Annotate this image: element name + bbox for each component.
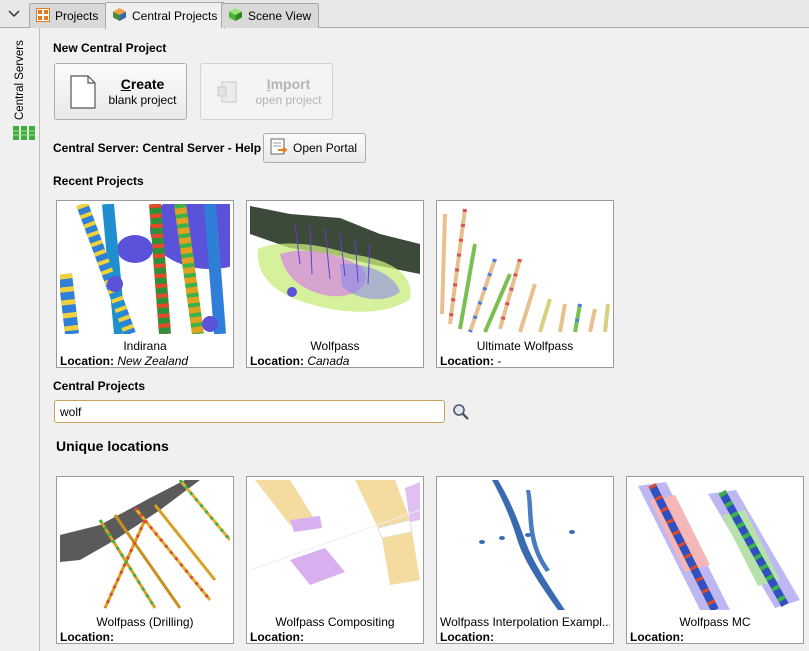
open-portal-button[interactable]: Open Portal bbox=[263, 133, 366, 163]
project-thumbnail bbox=[60, 480, 230, 610]
location-label: Location: bbox=[630, 630, 684, 644]
project-name: Wolfpass MC bbox=[679, 615, 751, 629]
project-name: Wolfpass Compositing bbox=[275, 615, 395, 629]
tab-projects[interactable]: Projects bbox=[29, 3, 107, 28]
central-server-label: Central Server: Central Server - Help bbox=[53, 141, 262, 155]
recent-project-card[interactable]: Ultimate Wolfpass Location: - bbox=[436, 200, 614, 368]
project-name: Wolfpass (Drilling) bbox=[96, 615, 194, 629]
location-label: Location: bbox=[250, 630, 304, 644]
tab-central-projects[interactable]: Central Projects bbox=[105, 2, 226, 29]
central-cube-icon bbox=[112, 7, 127, 25]
import-sub-label: open project bbox=[255, 92, 322, 107]
project-location: Location: bbox=[440, 630, 494, 644]
central-project-card[interactable]: Wolfpass Compositing Location: bbox=[246, 476, 424, 644]
main-panel: New Central Project Create blank project bbox=[41, 28, 809, 651]
location-label: Location: bbox=[60, 354, 114, 368]
project-location: Location: New Zealand bbox=[60, 354, 188, 368]
location-value: New Zealand bbox=[117, 354, 189, 368]
blank-document-icon bbox=[67, 74, 99, 109]
project-thumbnail bbox=[250, 204, 420, 334]
tab-scene-view[interactable]: Scene View bbox=[221, 3, 320, 28]
central-project-card[interactable]: Wolfpass (Drilling) Location: bbox=[56, 476, 234, 644]
recent-project-card[interactable]: Indirana Location: New Zealand bbox=[56, 200, 234, 368]
project-location: Location: bbox=[630, 630, 684, 644]
project-location: Location: - bbox=[440, 354, 501, 368]
tab-label: Central Projects bbox=[132, 9, 218, 23]
sidebar-central-servers-label[interactable]: Central Servers bbox=[14, 40, 26, 120]
project-thumbnail bbox=[60, 204, 230, 334]
search-icon[interactable] bbox=[452, 403, 470, 424]
project-name: Ultimate Wolfpass bbox=[476, 339, 574, 353]
project-name: Wolfpass Interpolation Exampl... bbox=[440, 615, 610, 629]
project-location: Location: Canada bbox=[250, 354, 349, 368]
search-input[interactable] bbox=[54, 400, 445, 423]
recent-project-card[interactable]: Wolfpass Location: Canada bbox=[246, 200, 424, 368]
chevron-down-icon[interactable] bbox=[4, 4, 24, 24]
location-label: Location: bbox=[250, 354, 304, 368]
location-label: Location: bbox=[440, 354, 494, 368]
central-project-card[interactable]: Wolfpass Interpolation Exampl... Locatio… bbox=[436, 476, 614, 644]
create-sub-label: blank project bbox=[108, 92, 177, 107]
project-thumbnail bbox=[250, 480, 420, 610]
tab-label: Projects bbox=[55, 9, 99, 23]
import-label: Import bbox=[266, 75, 311, 92]
create-blank-project-button[interactable]: Create blank project bbox=[54, 63, 187, 120]
central-project-card[interactable]: Wolfpass MC Location: bbox=[626, 476, 804, 644]
tab-label: Scene View bbox=[248, 9, 312, 23]
open-portal-label: Open Portal bbox=[293, 141, 358, 155]
server-stack-icon[interactable] bbox=[13, 126, 35, 143]
location-label: Location: bbox=[440, 630, 494, 644]
project-name: Indirana bbox=[123, 339, 167, 353]
central-projects-heading: Central Projects bbox=[53, 379, 146, 393]
project-thumbnail bbox=[630, 480, 800, 610]
scene-cube-icon bbox=[228, 7, 243, 25]
location-value: Canada bbox=[307, 354, 350, 368]
sidebar: Central Servers bbox=[0, 28, 40, 651]
import-open-project-button[interactable]: Import open project bbox=[200, 63, 333, 120]
create-label: Create bbox=[120, 75, 165, 92]
unique-locations-heading: Unique locations bbox=[56, 438, 169, 454]
tab-bar: Projects Central Projects Scene View bbox=[0, 0, 809, 29]
location-label: Location: bbox=[60, 630, 114, 644]
projects-grid-icon bbox=[36, 7, 50, 25]
project-thumbnail bbox=[440, 480, 610, 610]
new-central-project-heading: New Central Project bbox=[53, 41, 167, 55]
project-location: Location: bbox=[250, 630, 304, 644]
location-value: - bbox=[497, 354, 502, 368]
recent-projects-heading: Recent Projects bbox=[53, 174, 144, 188]
import-package-icon bbox=[213, 79, 245, 105]
portal-icon bbox=[270, 138, 288, 159]
project-name: Wolfpass bbox=[310, 339, 360, 353]
project-thumbnail bbox=[440, 204, 610, 334]
project-location: Location: bbox=[60, 630, 114, 644]
